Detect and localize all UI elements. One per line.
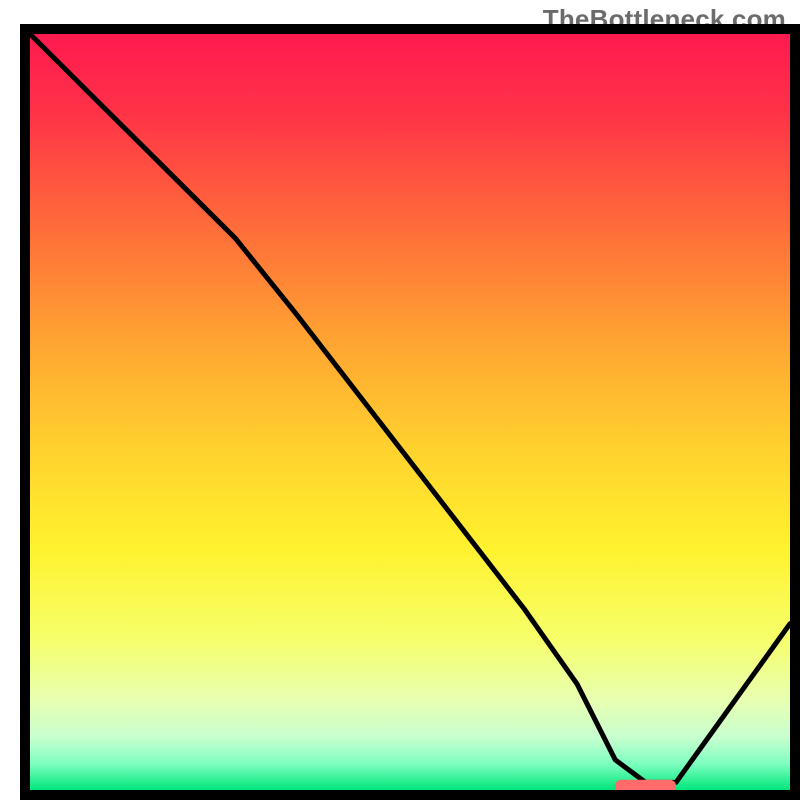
bottleneck-chart bbox=[0, 0, 800, 800]
chart-container: TheBottleneck.com bbox=[0, 0, 800, 800]
